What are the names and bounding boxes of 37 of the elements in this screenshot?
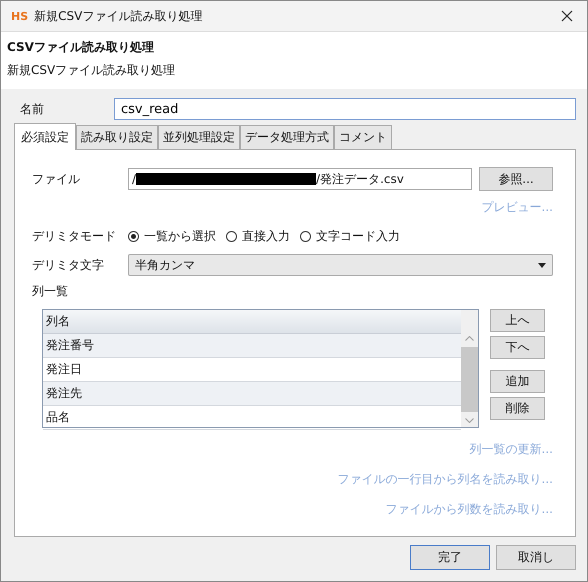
browse-button[interactable]: 参照... [479,167,553,191]
column-header: 列名 [43,310,461,334]
list-action-button[interactable]: 下へ [490,336,545,359]
app-logo: HS [11,10,28,22]
radio-button[interactable] [128,231,139,242]
delimiter-char-label: デリミタ文字 [32,256,105,274]
radio-button[interactable] [300,231,311,242]
radio-label: 直接入力 [242,228,290,245]
tab[interactable]: 必須設定 [14,123,76,150]
dialog-subtitle: 新規CSVファイル読み取り処理 [7,62,176,79]
dropdown-caret-icon [538,262,546,268]
radio-label: 文字コード入力 [316,228,400,245]
file-label: ファイル [32,170,81,188]
scrollbar-thumb[interactable] [461,347,478,412]
file-path-field[interactable]: / /発注データ.csv [128,168,472,190]
list-row[interactable]: 品名 [43,406,461,430]
delimiter-mode-label: デリミタモード [32,228,117,245]
list-action-button[interactable]: 上へ [490,309,545,332]
radio-label: 一覧から選択 [144,228,216,245]
dialog-button[interactable]: 完了 [410,545,490,570]
dialog-heading: CSVファイル読み取り処理 [7,39,155,56]
close-icon[interactable] [561,10,573,22]
tab[interactable]: コメント [334,125,392,149]
delimiter-dropdown[interactable]: 半角カンマ [128,254,553,276]
dialog-button[interactable]: 取消し [496,545,576,570]
list-action-button[interactable]: 追加 [490,370,545,393]
column-list-label: 列一覧 [32,283,69,300]
tab[interactable]: 読み取り設定 [76,125,158,149]
tab[interactable]: データ処理方式 [240,125,334,149]
tab[interactable]: 並列処理設定 [158,125,240,149]
window-title: 新規CSVファイル読み取り処理 [34,8,204,24]
name-field[interactable]: csv_read [114,98,576,120]
list-action-button[interactable]: 削除 [490,397,545,420]
list-row[interactable]: 発注番号 [43,334,461,358]
radio-button[interactable] [226,231,237,242]
list-row[interactable]: 発注先 [43,382,461,406]
name-label: 名前 [19,100,45,118]
